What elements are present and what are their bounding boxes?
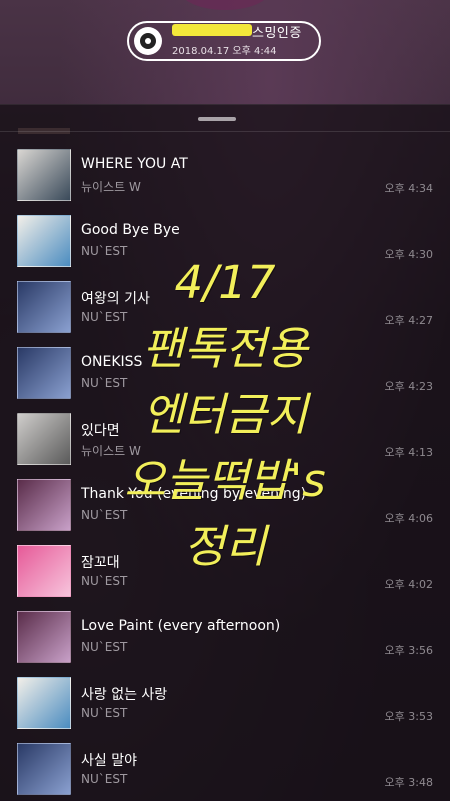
played-time: 오후 4:13 [384, 446, 433, 459]
played-time: 오후 4:06 [384, 512, 433, 525]
album-art [17, 479, 71, 531]
album-art [17, 677, 71, 729]
song-title: Love Paint (every afternoon) [81, 618, 281, 634]
song-artist: NU`EST [81, 640, 128, 654]
redacted-highlight [172, 24, 252, 36]
song-artist: NU`EST [81, 244, 128, 258]
song-artist: NU`EST [81, 574, 128, 588]
song-row[interactable]: WHERE YOU AT 뉴이스트 W 오후 4:34 [0, 149, 450, 203]
album-art [17, 215, 71, 267]
song-title: Thank You (evening by evening) [81, 486, 307, 502]
song-row[interactable]: 있다면 뉴이스트 W 오후 4:13 [0, 413, 450, 467]
disc-icon [134, 27, 162, 55]
song-artist: NU`EST [81, 376, 128, 390]
song-artist: NU`EST [81, 508, 128, 522]
played-time: 오후 3:48 [384, 776, 433, 789]
divider [0, 131, 450, 132]
song-row[interactable]: ONEKISS NU`EST 오후 4:23 [0, 347, 450, 401]
played-time: 오후 4:34 [384, 182, 433, 195]
song-title: ONEKISS [81, 354, 143, 370]
song-row[interactable]: 잠꼬대 NU`EST 오후 4:02 [0, 545, 450, 599]
album-art [17, 743, 71, 795]
album-art [17, 545, 71, 597]
played-time: 오후 4:30 [384, 248, 433, 261]
album-art [17, 611, 71, 663]
song-title: 사랑 없는 사랑 [81, 687, 168, 703]
album-art [17, 347, 71, 399]
album-art [17, 413, 71, 465]
song-title: WHERE YOU AT [81, 156, 188, 172]
played-time: 오후 4:27 [384, 314, 433, 327]
song-artist: NU`EST [81, 706, 128, 720]
drag-handle[interactable] [198, 117, 236, 121]
song-artist: NU`EST [81, 310, 128, 324]
song-artist: NU`EST [81, 772, 128, 786]
badge-title: 스밍인증 [252, 26, 302, 41]
played-time: 오후 4:23 [384, 380, 433, 393]
song-title: 사실 말야 [81, 753, 137, 769]
song-row[interactable]: 사랑 없는 사랑 NU`EST 오후 3:53 [0, 677, 450, 731]
song-row[interactable]: Thank You (evening by evening) NU`EST 오후… [0, 479, 450, 533]
song-artist: 뉴이스트 W [81, 444, 141, 458]
song-row[interactable]: Good Bye Bye NU`EST 오후 4:30 [0, 215, 450, 269]
song-artist: 뉴이스트 W [81, 180, 141, 194]
song-title: 여왕의 기사 [81, 291, 150, 307]
song-title: 잠꼬대 [81, 555, 120, 571]
song-title: Good Bye Bye [81, 222, 180, 238]
album-art [17, 149, 71, 201]
song-row[interactable]: 사실 말야 NU`EST 오후 3:48 [0, 743, 450, 797]
badge-date: 2018.04.17 오후 4:44 [172, 46, 277, 57]
played-time: 오후 3:56 [384, 644, 433, 657]
played-time: 오후 4:02 [384, 578, 433, 591]
song-row[interactable]: 여왕의 기사 NU`EST 오후 4:27 [0, 281, 450, 335]
album-art [17, 281, 71, 333]
song-title: 있다면 [81, 423, 120, 439]
song-row[interactable]: Love Paint (every afternoon) NU`EST 오후 3… [0, 611, 450, 665]
played-time: 오후 3:53 [384, 710, 433, 723]
